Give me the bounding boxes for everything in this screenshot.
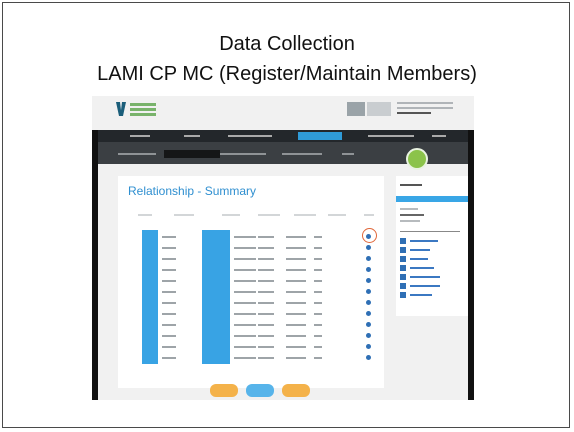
table-row[interactable] bbox=[118, 265, 384, 275]
table-row[interactable] bbox=[118, 287, 384, 297]
side-line bbox=[400, 214, 424, 216]
link-icon bbox=[400, 283, 406, 289]
status-dot-icon[interactable] bbox=[366, 234, 371, 239]
status-dot-icon[interactable] bbox=[366, 355, 371, 360]
subnav-item-individual-information bbox=[164, 150, 220, 158]
previous-button[interactable] bbox=[210, 384, 238, 397]
table-row[interactable] bbox=[118, 232, 384, 242]
subnav-item-3 bbox=[220, 153, 266, 155]
table-header bbox=[124, 214, 378, 226]
link-icon bbox=[400, 265, 406, 271]
panel-title: Relationship - Summary bbox=[128, 184, 257, 198]
header-user-area bbox=[347, 102, 453, 120]
table-row[interactable] bbox=[118, 243, 384, 253]
status-dot-icon[interactable] bbox=[366, 300, 371, 305]
link-icon bbox=[400, 292, 406, 298]
side-panel bbox=[396, 176, 468, 316]
nav-item-data-collection bbox=[298, 132, 342, 140]
side-line bbox=[400, 220, 420, 222]
slide-subtitle: LAMI CP MC (Register/Maintain Members) bbox=[97, 63, 477, 85]
link-icon bbox=[400, 256, 406, 262]
status-dot-icon[interactable] bbox=[366, 289, 371, 294]
status-badge bbox=[406, 148, 428, 170]
nav-item-other bbox=[432, 135, 446, 137]
status-dot-icon[interactable] bbox=[366, 311, 371, 316]
table-row[interactable] bbox=[118, 276, 384, 286]
status-dot-icon[interactable] bbox=[366, 267, 371, 272]
subnav-item-5 bbox=[342, 153, 354, 155]
relationship-summary-panel: Relationship - Summary bbox=[118, 176, 384, 388]
table-row[interactable] bbox=[118, 331, 384, 341]
status-dot-icon[interactable] bbox=[366, 344, 371, 349]
status-dot-icon[interactable] bbox=[366, 322, 371, 327]
status-dot-icon[interactable] bbox=[366, 278, 371, 283]
nav-item-eligibility bbox=[368, 135, 414, 137]
status-dot-icon[interactable] bbox=[366, 333, 371, 338]
nav-item-home bbox=[130, 135, 150, 137]
header-button bbox=[367, 102, 391, 116]
status-dot-icon[interactable] bbox=[366, 256, 371, 261]
nav-item-search bbox=[184, 135, 200, 137]
status-dot-icon[interactable] bbox=[366, 245, 371, 250]
user-avatar-icon bbox=[347, 102, 365, 116]
main-nav bbox=[92, 130, 474, 142]
table-row[interactable] bbox=[118, 254, 384, 264]
slide-title: Data Collection bbox=[219, 33, 355, 55]
link-icon bbox=[400, 274, 406, 280]
right-edge bbox=[468, 130, 474, 400]
link-icon bbox=[400, 238, 406, 244]
side-selected-item[interactable] bbox=[396, 196, 468, 202]
table-row[interactable] bbox=[118, 353, 384, 363]
side-input[interactable] bbox=[400, 226, 460, 232]
table-row[interactable] bbox=[118, 309, 384, 319]
left-edge bbox=[92, 130, 98, 400]
link-icon bbox=[400, 247, 406, 253]
side-line bbox=[400, 208, 418, 210]
side-heading bbox=[400, 184, 422, 186]
table-row[interactable] bbox=[118, 298, 384, 308]
embedded-app-screenshot: Relationship - Summary bbox=[92, 96, 474, 400]
save-button[interactable] bbox=[246, 384, 274, 397]
table-row[interactable] bbox=[118, 320, 384, 330]
nav-item-application bbox=[228, 135, 272, 137]
subnav-item-1 bbox=[118, 153, 156, 155]
logo-icon bbox=[116, 102, 156, 118]
next-button[interactable] bbox=[282, 384, 310, 397]
user-info bbox=[397, 102, 453, 117]
subnav-item-4 bbox=[282, 153, 322, 155]
table-row[interactable] bbox=[118, 342, 384, 352]
